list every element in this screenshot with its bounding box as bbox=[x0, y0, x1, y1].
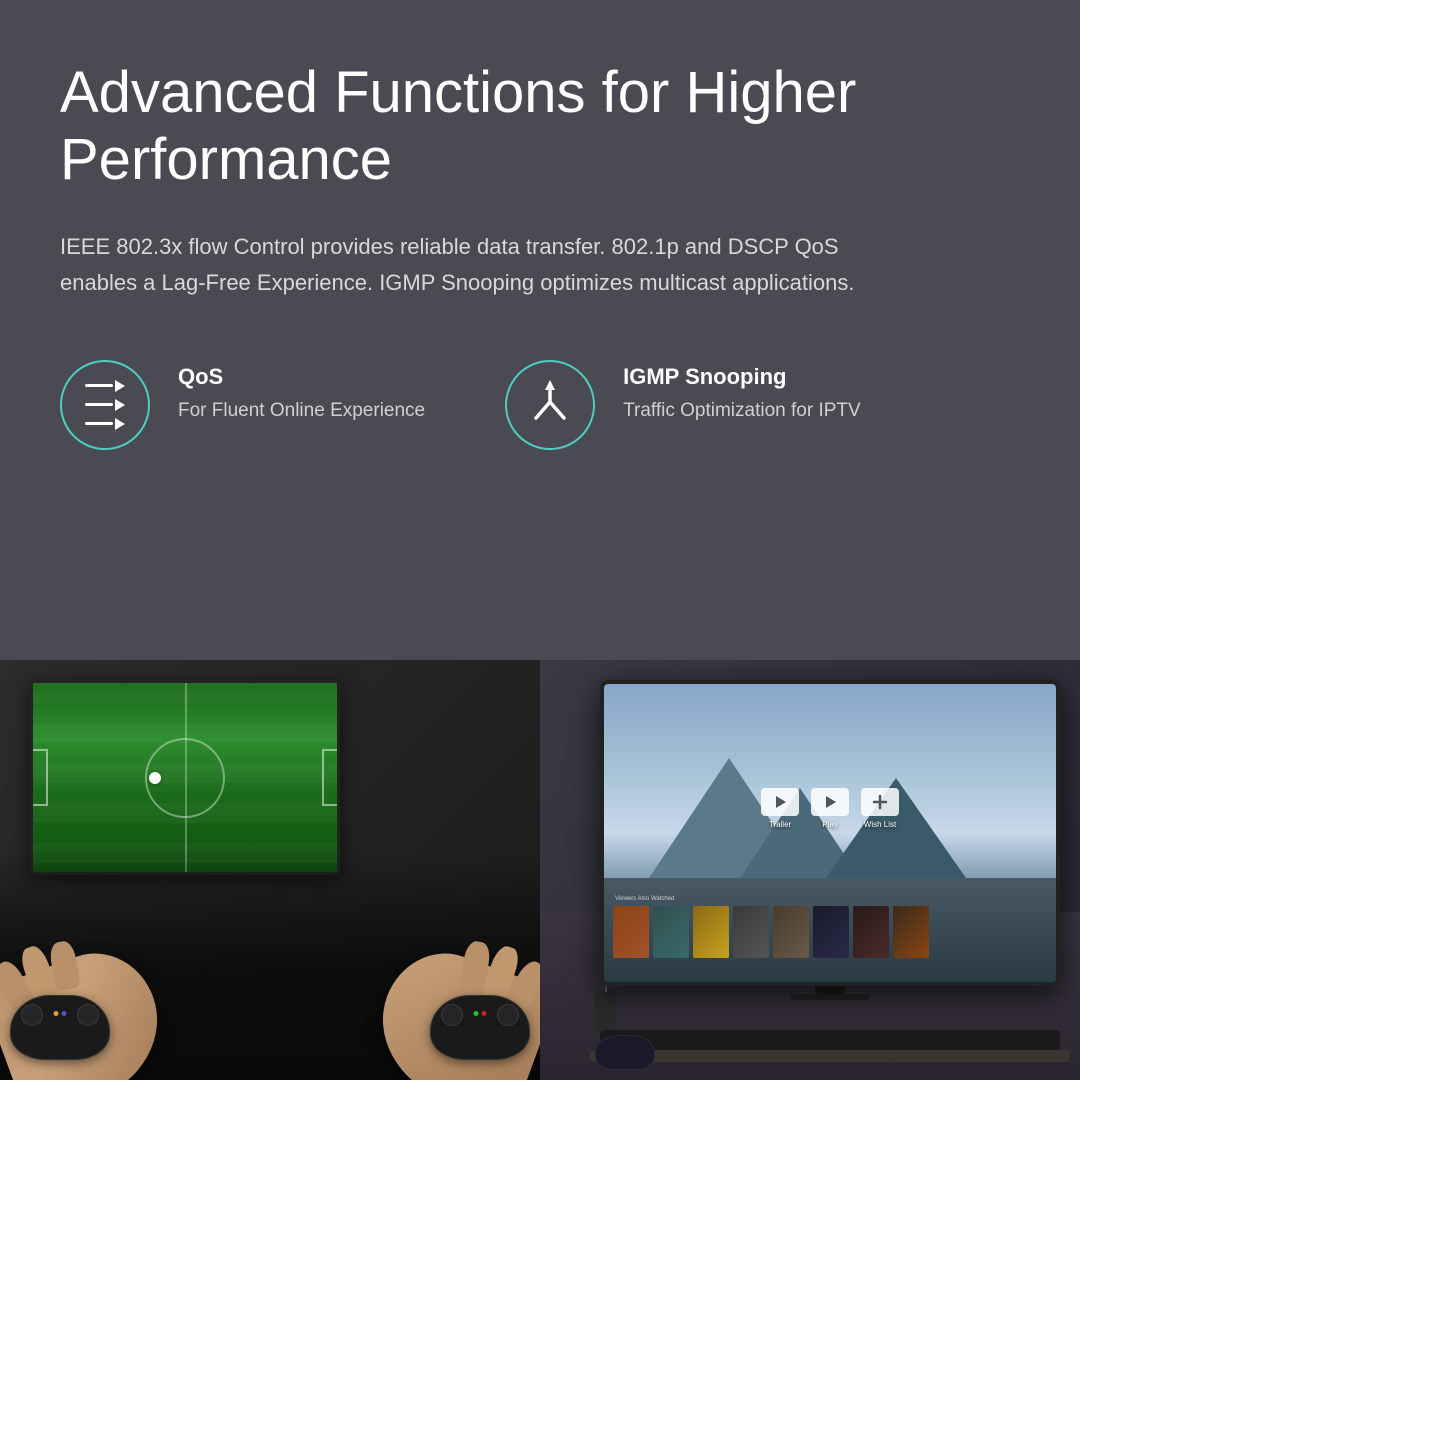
trailer-label: Trailer bbox=[769, 820, 791, 829]
wishlist-label: Wish List bbox=[864, 820, 896, 829]
qos-arrowhead-2 bbox=[115, 399, 125, 411]
tv-action-wishlist[interactable]: Wish List bbox=[861, 788, 899, 829]
also-watched-section: Viewers Also Watched bbox=[613, 896, 1047, 958]
tv-right-container: Trailer Play bbox=[600, 680, 1060, 1020]
tv-action-trailer[interactable]: Trailer bbox=[761, 788, 799, 829]
bottom-section: Trailer Play bbox=[0, 660, 1080, 1080]
tv-table bbox=[590, 1050, 1070, 1062]
soccer-field bbox=[33, 683, 337, 872]
gaming-background bbox=[0, 660, 540, 1080]
movie-thumb-2 bbox=[653, 906, 689, 958]
page-title: Advanced Functions for Higher Performanc… bbox=[60, 60, 1020, 193]
left-controller bbox=[10, 995, 110, 1060]
qos-arrow-1 bbox=[85, 380, 125, 392]
also-watched-label: Viewers Also Watched bbox=[613, 896, 1047, 902]
soundbar bbox=[600, 1030, 1060, 1050]
trailer-icon-box bbox=[761, 788, 799, 816]
tv-right-body: Trailer Play bbox=[600, 680, 1060, 986]
feature-igmp: IGMP Snooping Traffic Optimization for I… bbox=[505, 360, 861, 450]
qos-arrow-3 bbox=[85, 418, 125, 430]
igmp-description: Traffic Optimization for IPTV bbox=[623, 398, 861, 425]
top-section: Advanced Functions for Higher Performanc… bbox=[0, 0, 1080, 660]
qos-line-1 bbox=[85, 384, 113, 387]
features-row: QoS For Fluent Online Experience bbox=[60, 360, 1020, 450]
tv-screen: Trailer Play bbox=[604, 684, 1056, 982]
movie-thumb-7 bbox=[853, 906, 889, 958]
tv-right-background: Trailer Play bbox=[540, 660, 1080, 1080]
wishlist-icon-box bbox=[861, 788, 899, 816]
right-hand-area bbox=[350, 900, 540, 1080]
qos-line-2 bbox=[85, 403, 113, 406]
tv-action-play[interactable]: Play bbox=[811, 788, 849, 829]
play-label: Play bbox=[822, 820, 838, 829]
right-controller bbox=[430, 995, 530, 1060]
qos-text: QoS For Fluent Online Experience bbox=[178, 360, 425, 425]
tv-stand bbox=[815, 986, 845, 994]
igmp-text: IGMP Snooping Traffic Optimization for I… bbox=[623, 360, 861, 425]
game-controller-floor bbox=[595, 1035, 655, 1070]
qos-line-3 bbox=[85, 422, 113, 425]
tv-left bbox=[30, 680, 340, 875]
gaming-scene bbox=[0, 660, 540, 1080]
movie-thumb-5 bbox=[773, 906, 809, 958]
page-container: Advanced Functions for Higher Performanc… bbox=[0, 0, 1080, 1080]
qos-title: QoS bbox=[178, 364, 425, 390]
qos-description: For Fluent Online Experience bbox=[178, 398, 425, 425]
play-icon-box bbox=[811, 788, 849, 816]
qos-arrowhead-3 bbox=[115, 418, 125, 430]
feature-qos: QoS For Fluent Online Experience bbox=[60, 360, 425, 450]
tv-streaming-scene: Trailer Play bbox=[540, 660, 1080, 1080]
movie-thumb-6 bbox=[813, 906, 849, 958]
description-text: IEEE 802.3x flow Control provides reliab… bbox=[60, 229, 880, 299]
igmp-icon-circle bbox=[505, 360, 595, 450]
igmp-icon bbox=[524, 376, 576, 433]
igmp-title: IGMP Snooping bbox=[623, 364, 861, 390]
tv-base bbox=[790, 994, 870, 1000]
qos-arrow-2 bbox=[85, 399, 125, 411]
left-hand-area bbox=[0, 900, 190, 1080]
qos-icon-circle bbox=[60, 360, 150, 450]
movie-thumbnails-row bbox=[613, 906, 1047, 958]
qos-icon bbox=[85, 380, 125, 430]
qos-arrowhead-1 bbox=[115, 380, 125, 392]
tv-actions: Trailer Play bbox=[761, 788, 899, 829]
movie-thumb-3 bbox=[693, 906, 729, 958]
movie-thumb-8 bbox=[893, 906, 929, 958]
movie-thumb-4 bbox=[733, 906, 769, 958]
movie-thumb-1 bbox=[613, 906, 649, 958]
